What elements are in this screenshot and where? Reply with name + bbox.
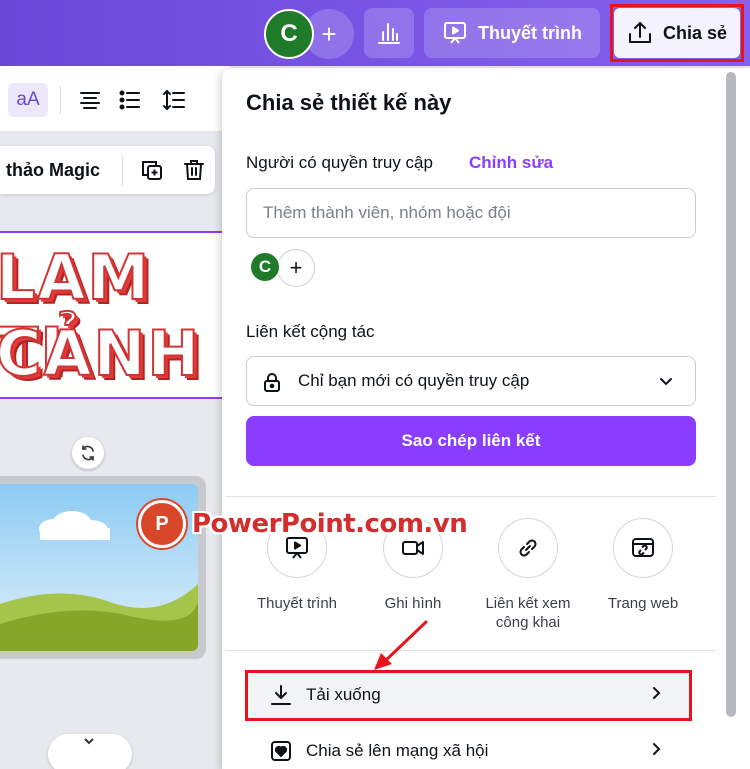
share-social-label: Chia sẻ lên mạng xã hội <box>306 741 489 760</box>
panel-title: Chia sẻ thiết kế này <box>246 90 452 115</box>
scrollbar-thumb[interactable] <box>726 72 736 717</box>
website-icon <box>613 518 673 578</box>
heart-icon <box>270 740 292 762</box>
chevron-down-icon[interactable] <box>82 734 96 751</box>
delete-button[interactable] <box>181 157 207 183</box>
duplicate-icon <box>142 161 162 180</box>
collab-link-label: Liên kết cộng tác <box>246 322 375 341</box>
share-panel: Chia sẻ thiết kế này Người có quyền truy… <box>222 68 750 769</box>
landscape-icon <box>0 511 198 651</box>
duplicate-button[interactable] <box>139 157 165 183</box>
chevron-right-icon <box>648 741 664 762</box>
option-label: Trang web <box>607 595 679 612</box>
add-member-button[interactable]: + <box>277 249 315 287</box>
chevron-right-icon <box>648 685 664 706</box>
option-label: Liên kết xem công khai <box>485 595 571 631</box>
rotate-icon <box>82 445 94 461</box>
user-avatar[interactable]: C <box>264 9 314 59</box>
option-label: Ghi hình <box>384 595 442 612</box>
divider <box>226 496 716 497</box>
magic-write-label[interactable]: thảo Magic <box>6 160 100 181</box>
present-label: Thuyết trình <box>478 22 582 43</box>
chevron-down-icon <box>657 373 675 396</box>
lock-icon <box>261 371 283 398</box>
access-level-value: Chỉ bạn mới có quyền truy cập <box>298 371 530 390</box>
line-spacing-icon <box>163 89 185 111</box>
access-level-select[interactable]: Chỉ bạn mới có quyền truy cập <box>246 356 696 406</box>
share-label: Chia sẻ <box>662 22 728 43</box>
text-toolbar: aA <box>0 66 230 132</box>
trash-icon <box>184 160 204 180</box>
download-icon <box>270 684 292 706</box>
download-row[interactable]: Tải xuống <box>246 670 690 720</box>
option-present[interactable]: Thuyết trình <box>242 518 352 613</box>
align-center-button[interactable] <box>76 86 104 114</box>
option-website[interactable]: Trang web <box>588 518 698 613</box>
magic-toolbar: thảo Magic <box>0 146 215 194</box>
toolbar-divider <box>60 86 61 114</box>
access-label: Người có quyền truy cập <box>246 153 433 172</box>
option-public-link[interactable]: Liên kết xem công khai <box>473 518 583 632</box>
line-spacing-button[interactable] <box>160 86 188 114</box>
download-label: Tải xuống <box>306 685 381 704</box>
member-avatar[interactable]: C <box>249 251 281 283</box>
presentation-icon <box>444 22 466 44</box>
insights-button[interactable] <box>364 8 414 58</box>
share-social-row[interactable]: Chia sẻ lên mạng xã hội <box>246 726 690 769</box>
align-center-icon <box>80 92 100 109</box>
access-edit-link[interactable]: Chỉnh sửa <box>469 153 553 173</box>
upload-icon <box>628 22 651 43</box>
share-button[interactable]: Chia sẻ <box>614 8 740 58</box>
link-icon <box>498 518 558 578</box>
landscape-illustration <box>0 484 198 651</box>
title-text-box[interactable]: LAM TI CẢNH <box>0 231 222 399</box>
rotate-handle[interactable] <box>72 437 104 469</box>
bullet-list-button[interactable] <box>116 86 144 114</box>
present-button[interactable]: Thuyết trình <box>424 8 600 58</box>
copy-link-button[interactable]: Sao chép liên kết <box>246 416 696 466</box>
magic-divider <box>122 156 123 186</box>
text-case-button[interactable]: aA <box>8 83 48 117</box>
divider <box>226 650 716 651</box>
video-camera-icon <box>383 518 443 578</box>
option-label: Thuyết trình <box>256 595 338 612</box>
add-member-input[interactable] <box>246 188 696 238</box>
option-record[interactable]: Ghi hình <box>358 518 468 613</box>
bullet-list-icon <box>119 90 140 110</box>
landscape-image[interactable] <box>0 476 206 659</box>
editor-area: aA thảo Magic LAM TI CẢNH <box>0 66 230 769</box>
top-bar: C + Thuyết trình Chia sẻ <box>0 0 750 66</box>
title-line-2: CẢNH <box>0 316 202 391</box>
bar-chart-icon <box>378 23 400 44</box>
presentation-icon <box>267 518 327 578</box>
